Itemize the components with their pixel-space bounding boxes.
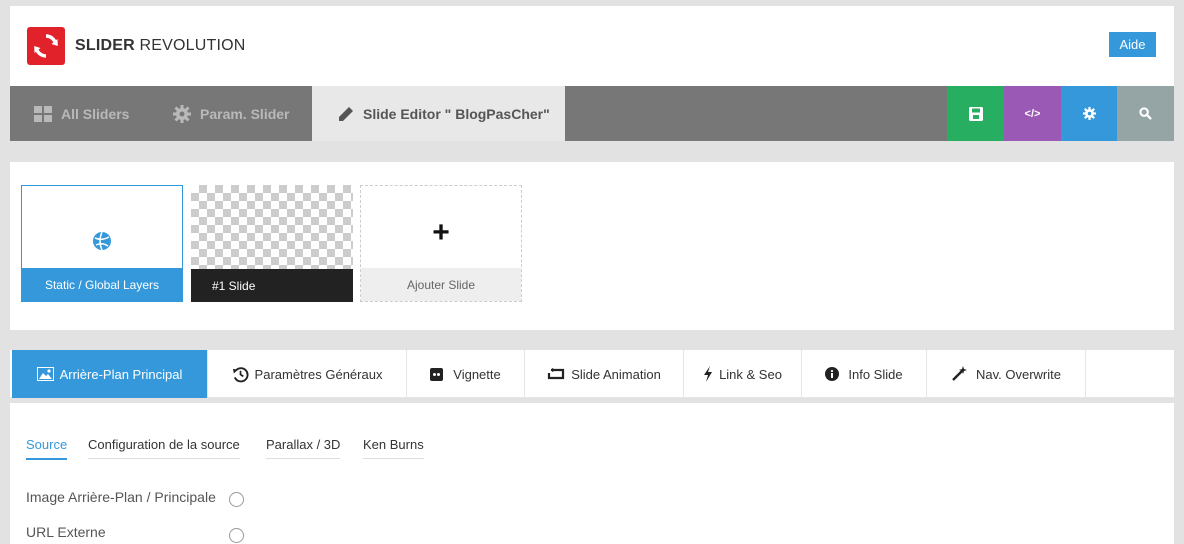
settings-button[interactable]: [1061, 86, 1118, 141]
add-slide-button[interactable]: + Ajouter Slide: [360, 185, 522, 302]
save-button[interactable]: [947, 86, 1004, 141]
tab-content: Source Configuration de la source Parall…: [10, 403, 1174, 544]
slide-settings-tabs: Arrière-Plan Principal Paramètres Généra…: [10, 350, 1174, 398]
plus-icon: +: [432, 216, 450, 249]
tab-label: Slide Animation: [571, 366, 661, 382]
tab-slide-animation[interactable]: Slide Animation: [525, 350, 684, 398]
nav-all-sliders-label: All Sliders: [61, 105, 130, 122]
image-bg-radio[interactable]: [229, 492, 244, 507]
app-header: SLIDER REVOLUTION Aide: [10, 6, 1174, 86]
grid-icon: [34, 105, 52, 122]
subtab-ken-burns[interactable]: Ken Burns: [363, 437, 424, 459]
nav-all-sliders[interactable]: All Sliders: [34, 86, 129, 141]
tab-link-seo[interactable]: Link & Seo: [684, 350, 802, 398]
tab-thumbnail[interactable]: Vignette: [407, 350, 525, 398]
info-icon: [825, 367, 840, 381]
nav-slide-editor[interactable]: Slide Editor " BlogPasCher": [312, 86, 565, 141]
image-icon: [36, 367, 54, 381]
globe-icon: [93, 231, 111, 251]
nav-slider-params[interactable]: Param. Slider: [173, 86, 290, 141]
save-icon: [968, 106, 983, 121]
tab-label: Vignette: [453, 366, 501, 382]
embed-code-button[interactable]: </>: [1004, 86, 1061, 141]
logo-icon: [27, 27, 65, 65]
slide-label: Static / Global Layers: [22, 268, 182, 301]
code-icon: </>: [1024, 107, 1041, 120]
magic-wand-icon: [952, 366, 967, 381]
subtab-source-config[interactable]: Configuration de la source: [88, 437, 240, 459]
search-icon: [1139, 107, 1152, 120]
tab-label: Nav. Overwrite: [976, 366, 1061, 382]
search-button[interactable]: [1117, 86, 1174, 141]
gear-icon: [173, 104, 191, 123]
subtab-source[interactable]: Source: [26, 437, 68, 460]
slides-panel: Static / Global Layers #1 Slide + Ajoute…: [10, 162, 1174, 330]
tab-label: Info Slide: [848, 366, 903, 382]
option-image-bg-label: Image Arrière-Plan / Principale: [26, 489, 216, 505]
external-url-radio[interactable]: [229, 528, 244, 543]
nav-slider-params-label: Param. Slider: [200, 105, 290, 122]
slide-label: #1 Slide: [191, 269, 353, 302]
slide-thumbnail: [22, 186, 182, 270]
slide-label: Ajouter Slide: [361, 268, 521, 301]
tab-slide-info[interactable]: Info Slide: [802, 350, 927, 398]
tab-label: Paramètres Généraux: [254, 366, 383, 382]
tab-main-background[interactable]: Arrière-Plan Principal: [12, 350, 208, 398]
tab-label: Arrière-Plan Principal: [59, 366, 183, 382]
history-icon: [232, 366, 249, 382]
gear-icon: [1083, 107, 1096, 120]
subtab-parallax[interactable]: Parallax / 3D: [266, 437, 341, 459]
thumbnail-icon: [430, 367, 444, 381]
bolt-icon: [704, 366, 713, 382]
tab-general-settings[interactable]: Paramètres Généraux: [208, 350, 407, 398]
main-nav: All Sliders Param. Slider Slide Editor "…: [10, 86, 1174, 141]
nav-slide-editor-label: Slide Editor " BlogPasCher": [363, 105, 550, 122]
slide-thumbnail: +: [361, 186, 521, 270]
option-external-url-label: URL Externe: [26, 524, 106, 540]
app-logo-text: SLIDER REVOLUTION: [75, 37, 246, 54]
pencil-icon: [339, 106, 353, 121]
slide-thumbnail: [191, 185, 353, 269]
tab-label: Link & Seo: [719, 366, 782, 382]
loop-icon: [548, 368, 565, 380]
slide-1[interactable]: #1 Slide: [191, 185, 353, 302]
static-layers-slide[interactable]: Static / Global Layers: [21, 185, 183, 302]
help-button[interactable]: Aide: [1109, 32, 1156, 57]
tab-nav-overwrite[interactable]: Nav. Overwrite: [927, 350, 1086, 398]
